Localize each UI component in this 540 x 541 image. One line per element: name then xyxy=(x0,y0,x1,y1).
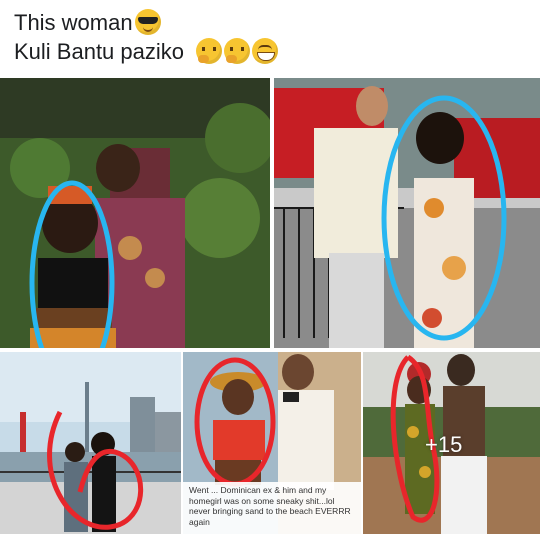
thinking-face-icon xyxy=(224,38,251,64)
smiling-face-with-sunglasses-icon xyxy=(134,9,161,35)
photo-top-left[interactable] xyxy=(0,78,270,348)
thinking-face-icon xyxy=(196,38,223,64)
photo-bottom-middle[interactable]: Went ... Dominican ex & him and my homeg… xyxy=(183,352,361,534)
caption-line-1: This woman xyxy=(14,8,278,37)
photo-bottom-left[interactable] xyxy=(0,352,181,534)
caption-text-1: This woman xyxy=(14,10,133,35)
caption-line-2: Kuli Bantu paziko xyxy=(14,37,279,66)
post-caption: This woman Kuli Bantu paziko xyxy=(14,8,279,66)
more-photos-count: +15 xyxy=(425,432,463,457)
post-bottom-border xyxy=(0,534,540,541)
photo-overlay-caption: Went ... Dominican ex & him and my homeg… xyxy=(183,482,361,534)
grinning-squinting-face-icon xyxy=(252,38,279,64)
caption-text-2: Kuli Bantu paziko xyxy=(14,39,184,64)
photo-top-right[interactable] xyxy=(274,78,540,348)
photo-bottom-right[interactable]: +15 xyxy=(363,352,540,534)
